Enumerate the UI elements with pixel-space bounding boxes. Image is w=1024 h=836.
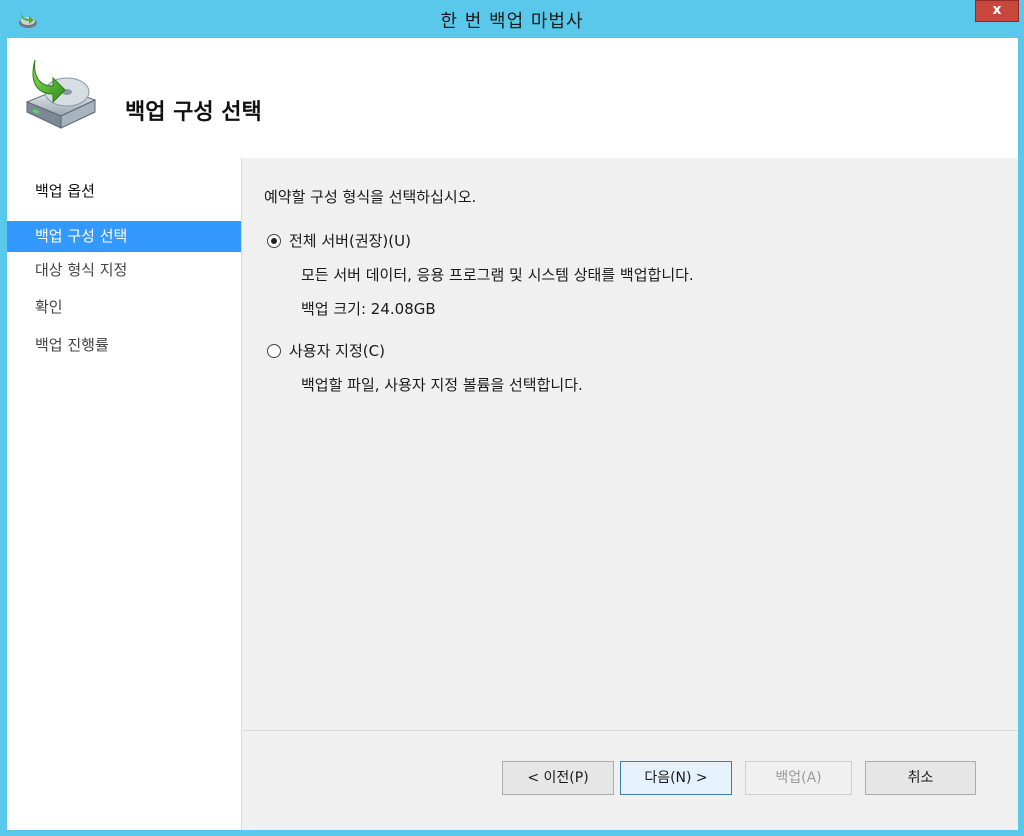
step-specify-destination[interactable]: 대상 형식 지정: [7, 255, 241, 286]
cancel-button[interactable]: 취소: [865, 761, 976, 795]
step-confirmation[interactable]: 확인: [7, 292, 241, 323]
page-title: 백업 구성 선택: [125, 100, 262, 125]
full-server-label[interactable]: 전체 서버(권장)(U): [289, 230, 411, 251]
instruction-text: 예약할 구성 형식을 선택하십시오.: [264, 188, 477, 206]
backup-size-text: 백업 크기: 24.08GB: [301, 300, 436, 318]
backup-drive-icon: [25, 59, 97, 129]
wizard-header: 백업 구성 선택: [7, 38, 1018, 158]
wizard-client-area: 백업 구성 선택 백업 옵션 백업 구성 선택 대상 형식 지정 확인 백업 진…: [7, 38, 1018, 830]
title-bar[interactable]: 한 번 백업 마법사 x: [0, 0, 1024, 38]
custom-label[interactable]: 사용자 지정(C): [289, 340, 385, 361]
step-backup-progress[interactable]: 백업 진행률: [7, 330, 241, 361]
full-server-description: 모든 서버 데이터, 응용 프로그램 및 시스템 상태를 백업합니다.: [301, 266, 694, 284]
wizard-step-list: 백업 옵션 백업 구성 선택 대상 형식 지정 확인 백업 진행률: [7, 158, 242, 830]
step-backup-options[interactable]: 백업 옵션: [7, 176, 241, 207]
custom-radio[interactable]: [267, 344, 281, 358]
wizard-window: 한 번 백업 마법사 x 백업 구성 선택 백업 옵션 백업 구성 선택 대상 …: [0, 0, 1024, 836]
window-title: 한 번 백업 마법사: [440, 11, 584, 32]
footer-divider: [243, 730, 1018, 731]
full-server-radio[interactable]: [267, 234, 281, 248]
close-button[interactable]: x: [975, 0, 1019, 22]
next-button[interactable]: 다음(N) >: [620, 761, 732, 795]
back-button[interactable]: < 이전(P): [502, 761, 614, 795]
step-select-configuration[interactable]: 백업 구성 선택: [7, 221, 241, 252]
custom-description: 백업할 파일, 사용자 지정 볼륨을 선택합니다.: [301, 376, 583, 394]
backup-button[interactable]: 백업(A): [745, 761, 852, 795]
